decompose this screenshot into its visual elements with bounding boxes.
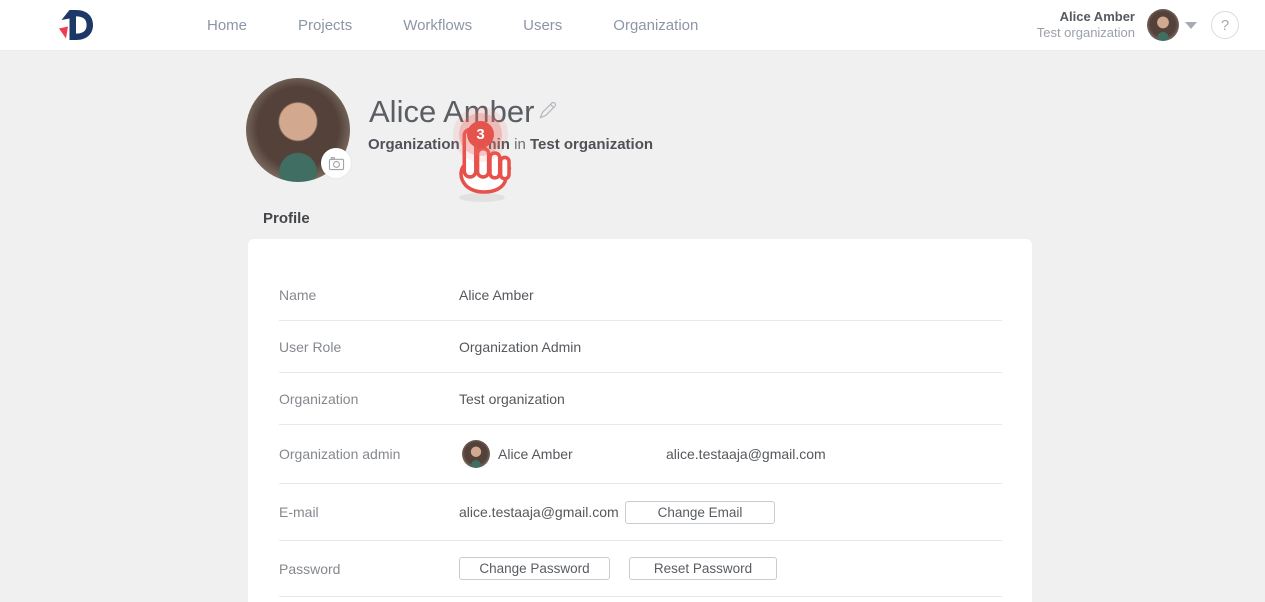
- table-row-user-role: User Role Organization Admin: [279, 321, 1002, 373]
- main-nav: Home Projects Workflows Users Organizati…: [207, 0, 698, 50]
- profile-org: Test organization: [529, 136, 654, 153]
- nav-item-users[interactable]: Users: [523, 17, 562, 34]
- nav-item-home[interactable]: Home: [207, 17, 247, 34]
- change-photo-button[interactable]: [321, 148, 351, 178]
- admin-email: alice.testaaja@gmail.com: [666, 446, 826, 462]
- row-value: Test organization: [459, 390, 565, 407]
- change-email-button[interactable]: Change Email: [625, 500, 775, 524]
- email-value: alice.testaaja@gmail.com: [459, 504, 619, 520]
- nav-item-projects[interactable]: Projects: [298, 17, 352, 34]
- admin-avatar: [462, 440, 490, 468]
- row-value: Organization Admin: [459, 338, 582, 355]
- table-row-organization-admin: Organization admin Alice Amber alice.tes…: [279, 425, 1002, 484]
- camera-icon: [328, 156, 344, 170]
- reset-password-button[interactable]: Reset Password: [629, 557, 777, 580]
- table-row-organization: Organization Test organization: [279, 373, 1002, 425]
- help-icon: ?: [1220, 16, 1230, 34]
- top-navbar: Home Projects Workflows Users Organizati…: [0, 0, 1265, 51]
- app-window: Home Projects Workflows Users Organizati…: [0, 0, 1265, 602]
- nav-item-organization[interactable]: Organization: [613, 17, 698, 34]
- nav-item-workflows[interactable]: Workflows: [403, 17, 472, 34]
- chevron-down-icon[interactable]: [1185, 22, 1197, 29]
- edit-name-pencil-icon[interactable]: [538, 100, 558, 120]
- tab-profile[interactable]: Profile: [263, 210, 310, 227]
- app-logo-icon[interactable]: [58, 9, 94, 41]
- row-label: Password: [279, 560, 341, 577]
- table-row-name: Name Alice Amber: [279, 269, 1002, 321]
- step-badge: 3: [467, 121, 494, 148]
- table-row-password: Password Change Password Reset Password: [279, 541, 1002, 597]
- user-menu-text[interactable]: Alice Amber Test organization: [1037, 9, 1135, 41]
- profile-card: Name Alice Amber User Role Organization …: [248, 239, 1032, 602]
- row-label: User Role: [279, 338, 342, 355]
- table-row-email: E-mail alice.testaaja@gmail.com Change E…: [279, 484, 1002, 541]
- user-avatar[interactable]: [1147, 9, 1179, 41]
- help-button[interactable]: ?: [1211, 11, 1239, 39]
- row-label: Organization: [279, 390, 359, 407]
- admin-name: Alice Amber: [498, 446, 573, 462]
- row-label: Name: [279, 286, 317, 303]
- row-label: E-mail: [279, 504, 319, 520]
- row-value: Alice Amber: [459, 286, 534, 303]
- row-label: Organization admin: [279, 446, 401, 462]
- user-menu-name: Alice Amber: [1059, 9, 1135, 24]
- step-number: 3: [476, 126, 485, 143]
- change-password-button[interactable]: Change Password: [459, 557, 610, 580]
- user-menu-org: Test organization: [1036, 25, 1135, 40]
- profile-name-heading: Alice Amber: [369, 94, 535, 129]
